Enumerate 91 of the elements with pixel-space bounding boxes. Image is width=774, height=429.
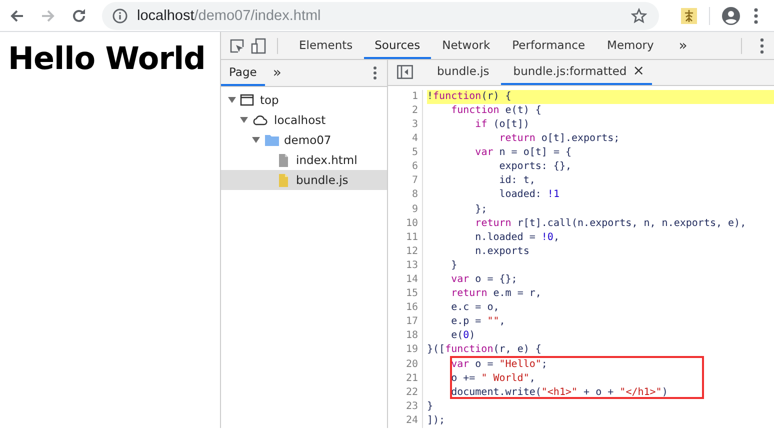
line-number: 11 [404, 230, 418, 245]
file-icon [276, 153, 291, 167]
code-line: e(0) [450, 329, 476, 344]
code-line: ]); [427, 414, 446, 428]
account-icon[interactable] [722, 6, 740, 24]
toggle-navigator-icon[interactable] [397, 65, 413, 80]
code-line: return o[t].exports; [498, 132, 620, 146]
code-line: if (o[t]) [474, 118, 530, 132]
line-number: 16 [404, 301, 418, 316]
line-number: 7 [410, 174, 418, 188]
line-number: 4 [410, 132, 418, 146]
line-number: 13 [404, 258, 418, 273]
line-number: 14 [404, 272, 418, 287]
code-line: return r[t].call(n.exports, n, n.exports, e), [474, 216, 746, 231]
extension-icon[interactable] [681, 8, 697, 24]
line-number: 18 [404, 329, 418, 344]
tree-label: top [259, 93, 279, 107]
tree-item[interactable]: localhost [221, 110, 387, 130]
tree-label: demo07 [283, 133, 332, 147]
expanded-arrow-icon[interactable] [252, 136, 260, 144]
page-heading: Hello World [8, 41, 206, 77]
line-number: 21 [404, 372, 418, 386]
line-number: 12 [404, 244, 418, 259]
line-number: 20 [404, 358, 418, 372]
device-icon[interactable] [251, 38, 267, 54]
line-number: 6 [410, 160, 418, 174]
code-line: function e(t) { [450, 104, 542, 118]
tree-item[interactable]: top [221, 90, 387, 110]
code-line: }; [474, 202, 488, 216]
panel-tab[interactable]: Performance [501, 32, 596, 59]
code-line: id: t, [498, 174, 536, 188]
panel-tab[interactable]: Elements [288, 32, 364, 59]
tree-label: bundle.js [295, 173, 348, 187]
line-number: 19 [404, 343, 418, 358]
line-number: 3 [410, 118, 418, 132]
menu-icon[interactable] [373, 66, 377, 80]
line-number: 23 [404, 400, 418, 414]
code-line: }([function(r, e) { [427, 343, 542, 358]
code-line: n.exports [474, 244, 530, 259]
code-line: n.loaded = !0, [474, 230, 560, 245]
code-line: return e.m = r, [450, 287, 542, 302]
line-number: 10 [404, 216, 418, 231]
file-tab[interactable]: bundle.js [425, 60, 502, 85]
panel-tab[interactable]: Memory [596, 32, 665, 59]
code-line: o += " World", [450, 372, 536, 386]
code-line: loaded: !1 [498, 188, 560, 202]
code-line: e.c = o, [450, 301, 500, 316]
tree-item[interactable]: demo07 [221, 130, 387, 150]
window-icon [240, 93, 255, 107]
code-line: !function(r) { [427, 90, 512, 104]
folder-icon [264, 133, 279, 147]
menu-icon[interactable] [754, 8, 758, 24]
reload-icon[interactable] [71, 8, 87, 24]
code-line: document.write("<h1>" + o + "</h1>") [450, 386, 668, 400]
more-tabs-button[interactable]: » [670, 32, 696, 59]
tree-label: index.html [295, 153, 358, 167]
file-tab[interactable]: bundle.js:formatted [501, 60, 633, 83]
tree-label: localhost [273, 113, 326, 127]
info-icon[interactable] [112, 8, 128, 24]
tree-item[interactable]: index.html [221, 150, 387, 170]
code-line: } [427, 400, 434, 414]
line-number: 24 [404, 414, 418, 428]
code-line: var n = o[t] = { [474, 146, 572, 160]
inspect-icon[interactable] [229, 38, 245, 54]
code-line: exports: {}, [498, 160, 572, 174]
expanded-arrow-icon[interactable] [228, 96, 236, 104]
line-number: 2 [410, 104, 418, 118]
line-number: 5 [410, 146, 418, 160]
code-line: } [450, 258, 458, 273]
more-tabs-button[interactable]: » [264, 60, 290, 86]
code-line: var o = {}; [450, 272, 518, 287]
line-number: 17 [404, 315, 418, 330]
cloud-icon [252, 113, 269, 127]
menu-icon[interactable] [760, 38, 764, 54]
code-line: var o = "Hello"; [450, 358, 548, 372]
line-number: 1 [410, 90, 418, 104]
line-number: 22 [404, 386, 418, 400]
line-number: 15 [404, 287, 418, 302]
line-number: 8 [410, 188, 418, 202]
url-text: localhost/demo07/index.html [137, 8, 321, 24]
close-button[interactable]: × [632, 60, 652, 83]
panel-tab[interactable]: Network [431, 32, 502, 59]
tree-item[interactable]: bundle.js [221, 170, 387, 190]
code-line: e.p = "", [450, 315, 506, 330]
address-bar[interactable]: localhost/demo07/index.html [102, 2, 659, 30]
back-icon[interactable] [9, 8, 25, 24]
navigator-tab[interactable]: Page [221, 60, 265, 86]
star-icon[interactable] [631, 8, 647, 24]
expanded-arrow-icon[interactable] [240, 116, 248, 124]
line-number: 9 [410, 202, 418, 216]
file-icon [276, 173, 291, 187]
